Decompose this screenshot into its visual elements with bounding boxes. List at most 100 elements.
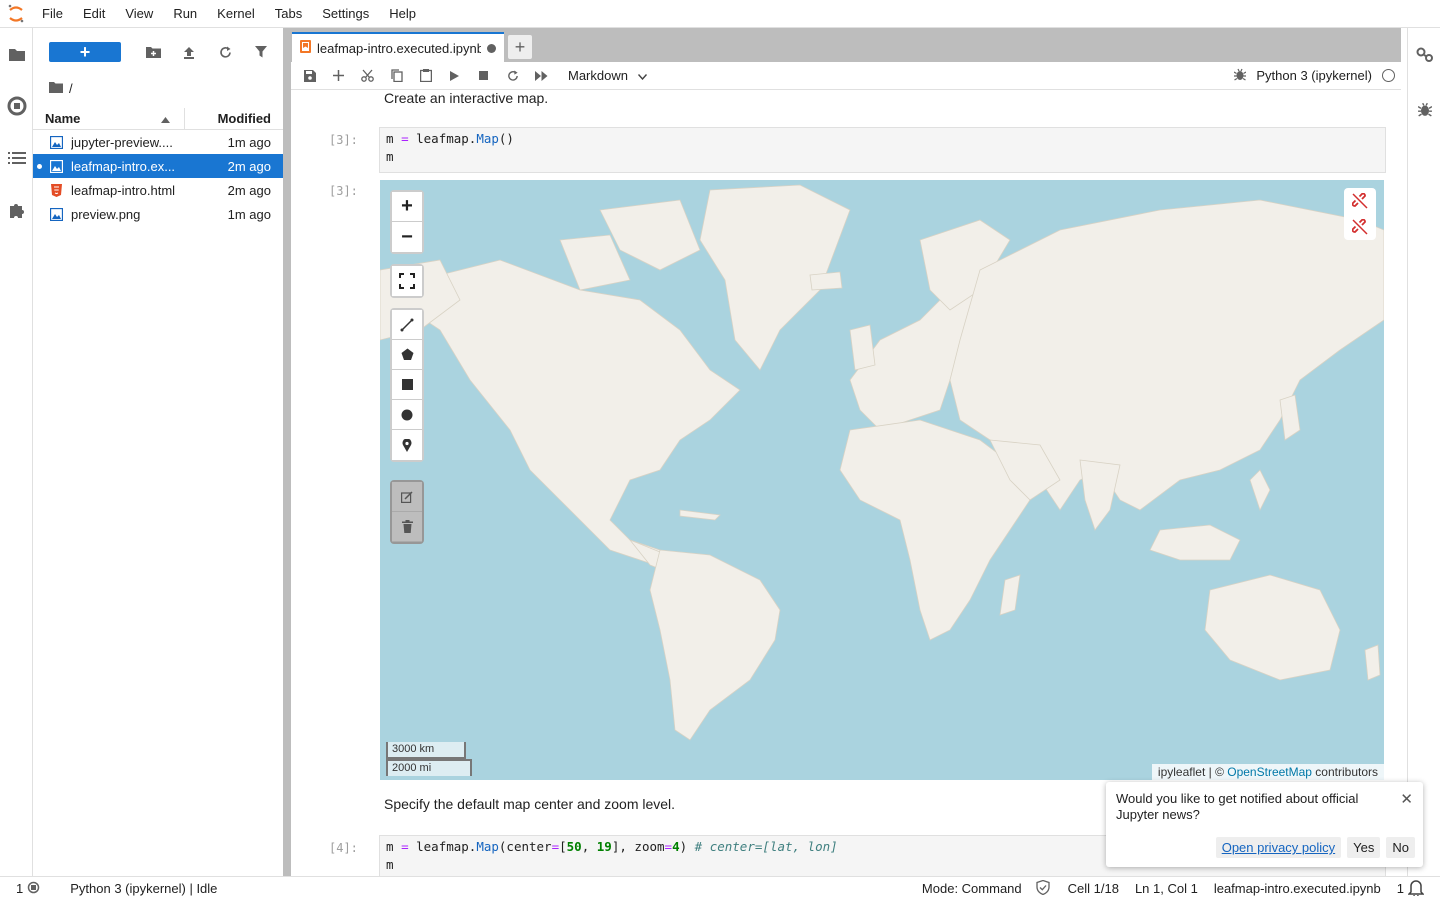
menu-settings[interactable]: Settings: [312, 0, 379, 28]
tab-notebook[interactable]: leafmap-intro.executed.ipynb: [292, 32, 504, 62]
debugger-icon[interactable]: [1234, 68, 1247, 84]
notebook-icon: [300, 40, 311, 56]
fullscreen-icon[interactable]: [392, 266, 422, 296]
menu-edit[interactable]: Edit: [73, 0, 115, 28]
kernel-name[interactable]: Python 3 (ipykernel): [1256, 68, 1372, 83]
cursor-position[interactable]: Ln 1, Col 1: [1127, 881, 1206, 896]
column-name-header[interactable]: Name: [33, 107, 185, 130]
markdown-cell[interactable]: Specify the default map center and zoom …: [384, 796, 675, 812]
map-widget[interactable]: + − 3000 km 2000 mi ipyleaflet | © OpenS…: [380, 180, 1384, 780]
add-tab-button[interactable]: +: [508, 35, 532, 59]
menu-bar: File Edit View Run Kernel Tabs Settings …: [0, 0, 1440, 28]
menu-file[interactable]: File: [32, 0, 73, 28]
unlink-icon[interactable]: [1344, 188, 1376, 214]
attribution-suffix: contributors: [1311, 765, 1378, 779]
filter-icon[interactable]: [243, 40, 279, 64]
output-prompt: [3]:: [329, 184, 358, 198]
insert-cell-icon[interactable]: [324, 64, 353, 88]
cell-type-dropdown[interactable]: Markdown: [568, 68, 647, 83]
save-icon[interactable]: [295, 64, 324, 88]
zoom-in-button[interactable]: +: [392, 192, 422, 222]
upload-icon[interactable]: [171, 40, 207, 64]
scale-km: 3000 km: [386, 742, 466, 759]
running-icon[interactable]: [0, 80, 33, 132]
draw-polyline-icon[interactable]: [392, 310, 422, 340]
delete-layers-icon[interactable]: [392, 512, 422, 542]
html-file-icon: [49, 183, 63, 197]
menu-view[interactable]: View: [115, 0, 163, 28]
zoom-out-button[interactable]: −: [392, 222, 422, 252]
menu-help[interactable]: Help: [379, 0, 426, 28]
yes-button[interactable]: Yes: [1347, 837, 1381, 858]
unlink-icon[interactable]: [1344, 214, 1376, 240]
debugger-icon[interactable]: [1408, 82, 1440, 136]
folder-icon[interactable]: [49, 81, 63, 96]
code-cell[interactable]: m = leafmap.Map() m: [379, 127, 1386, 173]
close-icon[interactable]: ✕: [1400, 790, 1413, 808]
split-map-control: [1344, 188, 1376, 240]
paste-icon[interactable]: [411, 64, 440, 88]
column-modified-header[interactable]: Modified: [185, 111, 283, 126]
cell-type-value: Markdown: [568, 68, 628, 83]
toc-icon[interactable]: [0, 132, 33, 184]
file-name: jupyter-preview....: [71, 134, 173, 150]
draw-circle-icon[interactable]: [392, 400, 422, 430]
file-item[interactable]: leafmap-intro.html 2m ago: [33, 178, 283, 202]
file-item[interactable]: preview.png 1m ago: [33, 202, 283, 226]
restart-icon[interactable]: [498, 64, 527, 88]
file-list: jupyter-preview.... 1m ago leafmap-intro…: [33, 130, 283, 226]
copy-icon[interactable]: [382, 64, 411, 88]
new-folder-icon[interactable]: [135, 40, 171, 64]
left-sidebar-tabs: [0, 28, 33, 876]
notification-message: Would you like to get notified about off…: [1116, 791, 1359, 822]
draw-rectangle-icon[interactable]: [392, 370, 422, 400]
new-launcher-button[interactable]: +: [49, 42, 121, 62]
jupyter-logo-icon: [0, 0, 32, 28]
file-modified: 1m ago: [227, 206, 271, 222]
file-modified: 2m ago: [227, 182, 271, 198]
edit-layers-icon[interactable]: [392, 482, 422, 512]
privacy-policy-button[interactable]: Open privacy policy: [1215, 837, 1342, 858]
fast-forward-icon[interactable]: [527, 64, 556, 88]
panel-splitter[interactable]: [283, 28, 291, 876]
trusted-shield-icon[interactable]: [1035, 879, 1060, 898]
markdown-cell[interactable]: Create an interactive map.: [384, 90, 548, 106]
folder-icon[interactable]: [0, 28, 33, 80]
menu-tabs[interactable]: Tabs: [265, 0, 312, 28]
file-item[interactable]: leafmap-intro.ex... 2m ago: [33, 154, 283, 178]
unsaved-dot-icon[interactable]: [487, 43, 496, 53]
refresh-icon[interactable]: [207, 40, 243, 64]
cut-icon[interactable]: [353, 64, 382, 88]
no-button[interactable]: No: [1386, 837, 1415, 858]
stop-icon[interactable]: [469, 64, 498, 88]
document-tab-bar: leafmap-intro.executed.ipynb +: [291, 28, 1401, 62]
kernel-idle-icon: [1382, 69, 1395, 82]
map-attribution: ipyleaflet | © OpenStreetMap contributor…: [1151, 764, 1384, 780]
menu-kernel[interactable]: Kernel: [207, 0, 265, 28]
breadcrumb-root[interactable]: /: [69, 81, 73, 96]
osm-link[interactable]: OpenStreetMap: [1227, 765, 1312, 779]
column-name-label: Name: [45, 111, 81, 126]
bell-icon[interactable]: [1407, 879, 1440, 899]
notebook-toolbar: Markdown Python 3 (ipykernel): [291, 62, 1401, 90]
notification-count[interactable]: 1: [1389, 881, 1408, 896]
file-modified: 1m ago: [227, 134, 271, 150]
draw-marker-icon[interactable]: [392, 430, 422, 460]
extension-icon[interactable]: [0, 184, 33, 236]
kernel-status[interactable]: Python 3 (ipykernel) | Idle: [62, 881, 225, 896]
property-inspector-icon[interactable]: [1408, 28, 1440, 82]
file-browser-toolbar: +: [33, 28, 283, 76]
kernel-area: Python 3 (ipykernel): [1234, 68, 1401, 84]
edit-control: [390, 480, 424, 544]
file-list-header: Name Modified: [33, 107, 283, 130]
input-prompt: [3]:: [329, 133, 358, 147]
kernel-sessions-icon[interactable]: [27, 881, 62, 897]
menu-run[interactable]: Run: [163, 0, 207, 28]
terminal-count[interactable]: 1: [0, 881, 27, 896]
file-name: preview.png: [71, 206, 141, 222]
run-icon[interactable]: [440, 64, 469, 88]
draw-polygon-icon[interactable]: [392, 340, 422, 370]
image-file-icon: [49, 135, 63, 149]
image-file-icon: [49, 207, 63, 221]
file-item[interactable]: jupyter-preview.... 1m ago: [33, 130, 283, 154]
